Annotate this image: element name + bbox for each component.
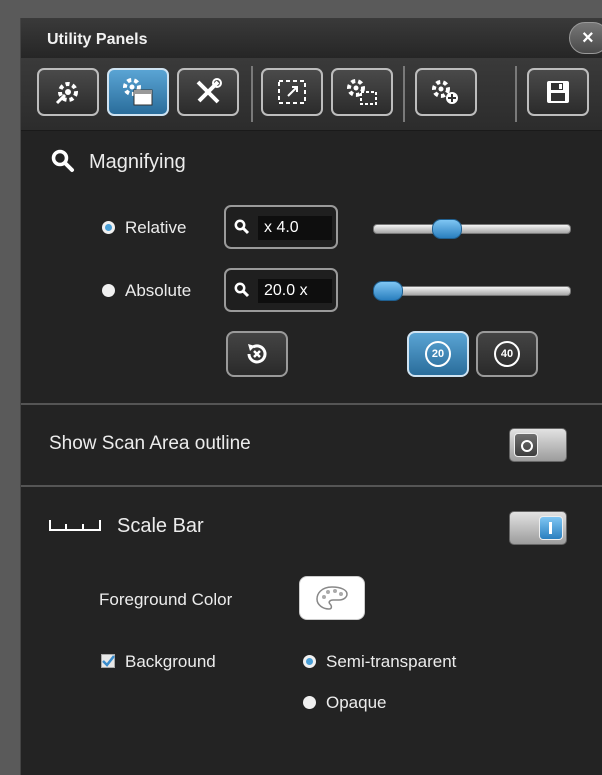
scan-area-label: Show Scan Area outline — [49, 433, 251, 454]
toggle-knob — [514, 433, 538, 457]
scan-area-toggle[interactable] — [509, 428, 567, 462]
magnifier-icon — [51, 149, 74, 172]
relative-zoom-value[interactable]: x 4.0 — [258, 216, 332, 240]
zoom-20-button[interactable]: 20 — [407, 331, 469, 377]
reset-zoom-icon — [247, 344, 267, 364]
save-icon — [547, 81, 569, 103]
gear-add-icon — [432, 80, 458, 104]
toggle-knob — [539, 516, 563, 540]
background-label: Background — [125, 652, 216, 671]
palette-icon — [316, 586, 348, 610]
semi-transparent-label: Semi-transparent — [326, 652, 457, 671]
absolute-zoom-value[interactable]: 20.0 x — [258, 279, 332, 303]
tools-button[interactable] — [177, 68, 239, 116]
section-divider — [21, 403, 602, 405]
magnifier-icon — [234, 219, 250, 235]
checkmark-icon — [102, 655, 115, 667]
scale-bar-toggle[interactable] — [509, 511, 567, 545]
toolbar-separator — [403, 66, 405, 122]
relative-zoom-slider[interactable] — [373, 224, 571, 234]
gear-frame-icon — [347, 79, 377, 105]
scale-bar-label: Scale Bar — [117, 515, 204, 537]
section-divider — [21, 485, 602, 487]
magnifying-title: Magnifying — [89, 151, 186, 173]
toolbar-separator — [515, 66, 517, 122]
magic-gear-icon — [55, 82, 78, 105]
tools-icon — [196, 78, 222, 104]
zoom-40-button[interactable]: 40 — [476, 331, 538, 377]
background-checkbox[interactable] — [101, 654, 115, 668]
window-title: Utility Panels — [47, 31, 148, 48]
save-button[interactable] — [527, 68, 589, 116]
gear-window-button[interactable] — [107, 68, 169, 116]
opaque-radio[interactable] — [303, 696, 316, 709]
expand-frame-button[interactable] — [261, 68, 323, 116]
foreground-color-label: Foreground Color — [99, 590, 233, 609]
relative-zoom-field[interactable]: x 4.0 — [224, 205, 338, 249]
semi-transparent-radio[interactable] — [303, 655, 316, 668]
relative-radio[interactable] — [102, 221, 115, 234]
toolbar — [21, 58, 602, 131]
close-button[interactable]: × — [569, 22, 602, 54]
relative-slider-thumb[interactable] — [431, 219, 462, 239]
opaque-label: Opaque — [326, 693, 387, 712]
scale-bar-icon — [49, 520, 101, 531]
foreground-color-button[interactable] — [299, 576, 365, 620]
absolute-slider-thumb[interactable] — [373, 281, 403, 301]
title-bar[interactable]: Utility Panels × — [21, 18, 602, 58]
magnifier-icon — [234, 282, 250, 298]
magic-gear-button[interactable] — [37, 68, 99, 116]
absolute-radio[interactable] — [102, 284, 115, 297]
zoom-40-label: 40 — [494, 341, 520, 367]
gear-add-button[interactable] — [415, 68, 477, 116]
absolute-zoom-field[interactable]: 20.0 x — [224, 268, 338, 312]
gear-window-icon — [123, 78, 153, 106]
gear-frame-button[interactable] — [331, 68, 393, 116]
relative-label: Relative — [125, 218, 187, 237]
utility-panels-window: Utility Panels × Magnifying Relative x 4… — [20, 18, 602, 775]
toolbar-separator — [251, 66, 253, 122]
absolute-label: Absolute — [125, 281, 192, 300]
zoom-20-label: 20 — [425, 341, 451, 367]
expand-frame-icon — [278, 80, 306, 104]
reset-zoom-button[interactable] — [226, 331, 288, 377]
